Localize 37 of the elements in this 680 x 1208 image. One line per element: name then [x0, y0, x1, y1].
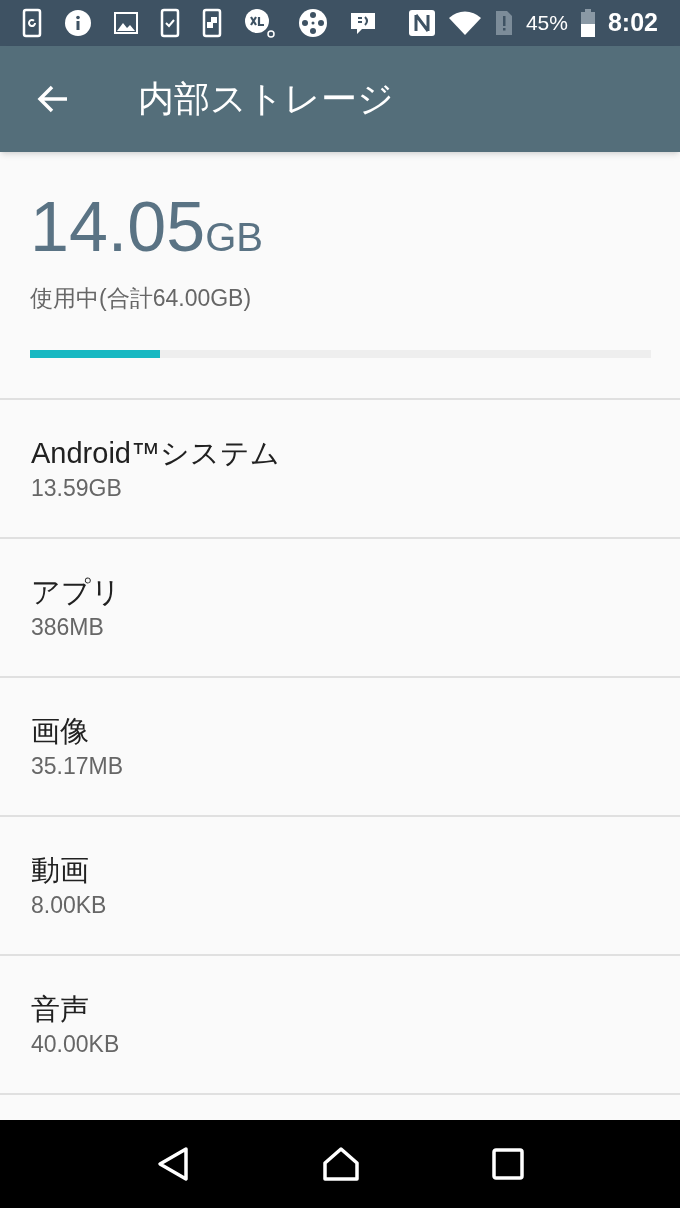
page-title: 内部ストレージ [138, 77, 394, 121]
item-title: 動画 [31, 852, 89, 888]
film-reel-icon [298, 8, 328, 38]
item-size: 13.59GB [31, 473, 122, 503]
triangle-back-icon [156, 1146, 190, 1182]
battery-icon [579, 9, 596, 37]
square-icon [492, 1148, 524, 1180]
storage-item[interactable]: Android™システム 13.59GB [0, 400, 680, 539]
clock: 8:02 [607, 7, 658, 39]
storage-item[interactable]: アプリ 386MB [0, 539, 680, 678]
item-size: 386MB [31, 612, 104, 642]
phone-refresh-icon [22, 8, 42, 38]
xl-magnifier-icon [244, 8, 276, 38]
item-title: 音声 [31, 991, 89, 1027]
battery-percent: 45% [525, 10, 568, 37]
item-title: Android™システム [31, 435, 280, 471]
item-title: アプリ [31, 574, 121, 610]
wifi-icon [447, 10, 482, 36]
total-caption: 使用中(合計64.00GB) [30, 284, 252, 313]
used-unit: GB [205, 214, 263, 261]
image-icon [114, 11, 138, 35]
storage-item[interactable]: 音声 40.00KB [0, 956, 680, 1095]
item-size: 8.00KB [31, 890, 107, 920]
item-size: 35.17MB [31, 751, 124, 781]
back-arrow-icon [37, 85, 69, 113]
storage-item[interactable]: 動画 8.00KB [0, 817, 680, 956]
item-title: 画像 [31, 713, 89, 749]
chat-bubble-icon [350, 11, 376, 35]
nfc-icon [407, 9, 436, 37]
sim-alert-icon [493, 10, 514, 36]
item-size: 40.00KB [31, 1029, 120, 1059]
home-icon [322, 1146, 360, 1182]
used-value: 14.05 [30, 192, 206, 262]
storage-item[interactable]: 画像 35.17MB [0, 678, 680, 817]
phone-check-icon [160, 8, 180, 38]
phone-copy-icon [202, 8, 222, 38]
info-icon [64, 9, 92, 37]
